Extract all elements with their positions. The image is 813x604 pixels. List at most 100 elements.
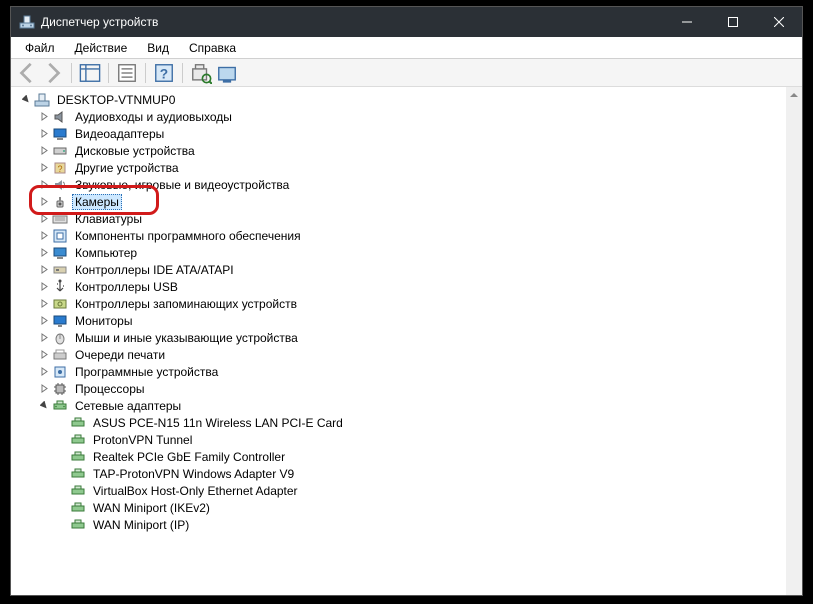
expand-toggle[interactable] xyxy=(37,314,51,328)
camera-icon xyxy=(52,194,68,210)
tree-category-label: Программные устройства xyxy=(75,365,218,379)
expand-toggle[interactable] xyxy=(37,246,51,260)
computer-icon xyxy=(52,245,68,261)
tree-device-node[interactable]: WAN Miniport (IKEv2) xyxy=(53,499,802,516)
minimize-button[interactable] xyxy=(664,7,710,37)
tree-category-node[interactable]: Клавиатуры xyxy=(35,210,802,227)
tree-device-node[interactable]: WAN Miniport (IP) xyxy=(53,516,802,533)
show-hide-tree-button[interactable] xyxy=(78,61,102,85)
nav-forward-button[interactable] xyxy=(41,61,65,85)
softdev-icon xyxy=(52,364,68,380)
tree-device-label: ProtonVPN Tunnel xyxy=(93,433,192,447)
tree-category-node[interactable]: Мыши и иные указывающие устройства xyxy=(35,329,802,346)
ide-icon xyxy=(52,262,68,278)
expand-toggle[interactable] xyxy=(37,110,51,124)
properties-button[interactable] xyxy=(115,61,139,85)
tree-category-label: Компьютер xyxy=(75,246,137,260)
mouse-icon xyxy=(52,330,68,346)
collapse-toggle[interactable] xyxy=(19,93,33,107)
titlebar: Диспетчер устройств xyxy=(11,7,802,37)
tree-category-label: Звуковые, игровые и видеоустройства xyxy=(75,178,289,192)
window-title: Диспетчер устройств xyxy=(41,15,158,29)
computer-icon xyxy=(34,92,50,108)
close-button[interactable] xyxy=(756,7,802,37)
tree-device-node[interactable]: VirtualBox Host-Only Ethernet Adapter xyxy=(53,482,802,499)
tree-category-node[interactable]: Компоненты программного обеспечения xyxy=(35,227,802,244)
vertical-scrollbar[interactable] xyxy=(786,87,802,595)
scroll-up-arrow[interactable] xyxy=(786,87,802,103)
tree-category-node[interactable]: Сетевые адаптеры xyxy=(35,397,802,414)
toolbar: ? xyxy=(11,59,802,87)
expand-toggle[interactable] xyxy=(37,331,51,345)
expand-toggle[interactable] xyxy=(37,280,51,294)
tree-root-node[interactable]: DESKTOP-VTNMUP0 xyxy=(17,91,802,108)
expand-toggle[interactable] xyxy=(37,127,51,141)
expand-toggle[interactable] xyxy=(37,297,51,311)
tree-category-node[interactable]: Программные устройства xyxy=(35,363,802,380)
cpu-icon xyxy=(52,381,68,397)
expand-toggle[interactable] xyxy=(37,178,51,192)
collapse-toggle[interactable] xyxy=(37,399,51,413)
expand-toggle[interactable] xyxy=(37,348,51,362)
tree-device-node[interactable]: Realtek PCIe GbE Family Controller xyxy=(53,448,802,465)
tree-device-node[interactable]: TAP-ProtonVPN Windows Adapter V9 xyxy=(53,465,802,482)
tree-category-node[interactable]: Аудиовходы и аудиовыходы xyxy=(35,108,802,125)
sound-icon xyxy=(52,177,68,193)
tree-device-label: Realtek PCIe GbE Family Controller xyxy=(93,450,285,464)
other-icon: ? xyxy=(52,160,68,176)
tree-device-node[interactable]: ProtonVPN Tunnel xyxy=(53,431,802,448)
tree-category-node[interactable]: Контроллеры IDE ATA/ATAPI xyxy=(35,261,802,278)
tree-device-label: TAP-ProtonVPN Windows Adapter V9 xyxy=(93,467,294,481)
usb-icon xyxy=(52,279,68,295)
app-icon xyxy=(19,14,35,30)
network-adapter-icon xyxy=(70,415,86,431)
tree-category-node[interactable]: ? Другие устройства xyxy=(35,159,802,176)
menubar: Файл Действие Вид Справка xyxy=(11,37,802,59)
tree-category-node[interactable]: Дисковые устройства xyxy=(35,142,802,159)
tree-category-label: Аудиовходы и аудиовыходы xyxy=(75,110,232,124)
tree-category-node[interactable]: Мониторы xyxy=(35,312,802,329)
tree-category-label: Мыши и иные указывающие устройства xyxy=(75,331,298,345)
expand-toggle[interactable] xyxy=(37,229,51,243)
network-adapter-icon xyxy=(70,500,86,516)
expand-toggle[interactable] xyxy=(37,263,51,277)
tree-category-node[interactable]: Контроллеры USB xyxy=(35,278,802,295)
tree-category-label: Дисковые устройства xyxy=(75,144,195,158)
menu-action[interactable]: Действие xyxy=(67,39,136,57)
tree-category-label: Очереди печати xyxy=(75,348,165,362)
device-tree-pane[interactable]: DESKTOP-VTNMUP0 Аудиовходы и аудиовыходы… xyxy=(11,87,802,595)
tree-category-label: Контроллеры запоминающих устройств xyxy=(75,297,297,311)
maximize-button[interactable] xyxy=(710,7,756,37)
toolbar-separator xyxy=(145,63,146,83)
tree-category-node[interactable]: Видеоадаптеры xyxy=(35,125,802,142)
tree-category-node[interactable]: Контроллеры запоминающих устройств xyxy=(35,295,802,312)
menu-help[interactable]: Справка xyxy=(181,39,244,57)
expand-toggle[interactable] xyxy=(37,382,51,396)
tree-category-node[interactable]: Очереди печати xyxy=(35,346,802,363)
tree-category-node[interactable]: Процессоры xyxy=(35,380,802,397)
tree-category-label: Процессоры xyxy=(75,382,145,396)
nav-back-button[interactable] xyxy=(15,61,39,85)
menu-file[interactable]: Файл xyxy=(17,39,63,57)
tree-device-label: ASUS PCE-N15 11n Wireless LAN PCI-E Card xyxy=(93,416,343,430)
expand-toggle[interactable] xyxy=(37,144,51,158)
tree-category-label: Клавиатуры xyxy=(75,212,142,226)
expand-toggle[interactable] xyxy=(37,212,51,226)
scan-hardware-button[interactable] xyxy=(189,61,213,85)
tree-category-label: Сетевые адаптеры xyxy=(75,399,181,413)
add-hardware-button[interactable] xyxy=(215,61,239,85)
expand-toggle[interactable] xyxy=(37,195,51,209)
tree-category-label: Камеры xyxy=(75,195,119,209)
audio-icon xyxy=(52,109,68,125)
tree-device-node[interactable]: ASUS PCE-N15 11n Wireless LAN PCI-E Card xyxy=(53,414,802,431)
menu-view[interactable]: Вид xyxy=(139,39,177,57)
expand-toggle[interactable] xyxy=(37,365,51,379)
tree-category-node[interactable]: Компьютер xyxy=(35,244,802,261)
tree-category-label: Компоненты программного обеспечения xyxy=(75,229,301,243)
disk-icon xyxy=(52,143,68,159)
expand-toggle[interactable] xyxy=(37,161,51,175)
tree-category-node[interactable]: Звуковые, игровые и видеоустройства xyxy=(35,176,802,193)
svg-text:?: ? xyxy=(57,164,62,174)
help-button[interactable]: ? xyxy=(152,61,176,85)
tree-category-node[interactable]: Камеры xyxy=(35,193,802,210)
